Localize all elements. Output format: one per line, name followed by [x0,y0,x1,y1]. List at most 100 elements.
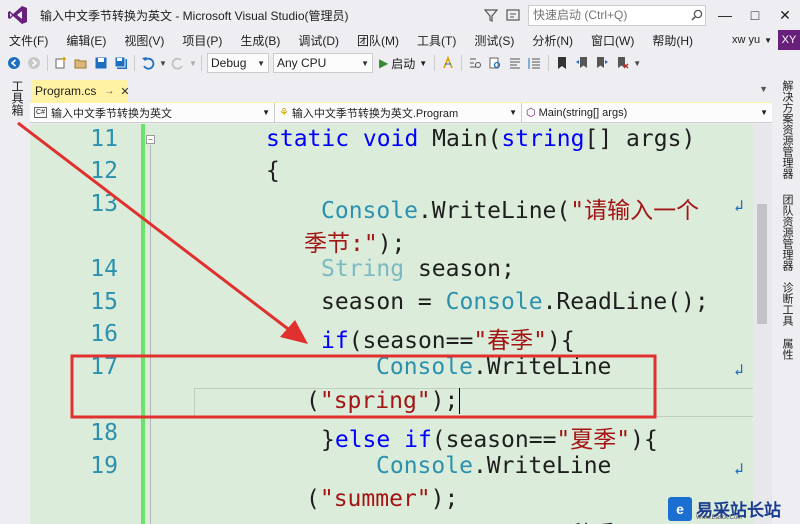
class-icon: ⚘ [279,107,289,119]
collapse-icon[interactable]: − [146,135,155,144]
menu-tools[interactable]: 工具(T) [408,32,465,49]
keyword: if [321,328,349,354]
code-text: season = [321,289,446,315]
uncomment-icon[interactable] [525,53,545,73]
properties-tab[interactable]: 属性 [779,338,795,360]
next-bookmark-icon[interactable] [592,53,612,73]
bookmark-icon[interactable] [552,53,572,73]
forward-icon[interactable] [24,53,44,73]
code-line-partial: }else if(season=="秋季"){ [321,515,658,524]
scrollbar-thumb[interactable] [757,204,767,324]
save-icon[interactable] [91,53,111,73]
toolbox-panel-tab[interactable]: 工具箱 [0,76,30,524]
diagnostic-tools-tab[interactable]: 诊断工具 [779,282,795,326]
chevron-down-icon: ▼ [262,108,270,117]
code-editor[interactable]: − 11 12 13 14 15 16 17 18 19 static void… [30,124,772,524]
menu-test[interactable]: 测试(S) [465,32,523,49]
user-dropdown-icon[interactable]: ▼ [764,36,772,45]
member-select[interactable]: ⬡ Main(string[] args) ▼ [522,103,772,122]
quick-launch-input[interactable] [529,8,688,22]
toolbar-separator [461,55,463,71]
pin-icon[interactable]: → [104,86,114,97]
code-text: ); [377,231,406,257]
menu-view[interactable]: 视图(V) [115,32,173,49]
menu-debug[interactable]: 调试(D) [289,32,348,49]
find-in-files-icon[interactable] [485,53,505,73]
menu-bar: 文件(F) 编辑(E) 视图(V) 项目(P) 生成(B) 调试(D) 团队(M… [0,30,800,50]
method-icon: ⬡ [526,107,536,119]
solution-explorer-tab[interactable]: 解决方案资源管理器 [779,80,795,179]
menu-edit[interactable]: 编辑(E) [57,32,115,49]
line-number: 11 [90,126,118,152]
hot-reload-icon[interactable] [438,53,458,73]
back-icon[interactable] [4,53,24,73]
start-dropdown-icon[interactable]: ▼ [419,59,427,68]
toolbar-overflow-icon[interactable]: ▼ [632,53,642,73]
menu-project[interactable]: 项目(P) [173,32,231,49]
quick-launch-box[interactable] [528,4,706,26]
line-number: 15 [90,289,118,315]
team-explorer-tab[interactable]: 团队资源管理器 [779,194,795,271]
project-select[interactable]: C# 输入中文季节转换为英文 ▼ [30,103,275,122]
string-literal: "summer" [319,486,431,512]
code-text: } [321,427,335,453]
class-select[interactable]: ⚘ 输入中文季节转换为英文.Program ▼ [275,103,522,122]
text-cursor [459,388,461,414]
undo-dropdown-icon[interactable]: ▼ [158,53,168,73]
line-number: 19 [90,453,118,479]
toolbar-separator [548,55,550,71]
search-icon[interactable] [688,9,705,21]
visual-studio-logo-icon [0,0,36,30]
platform-select[interactable]: Any CPU ▼ [273,53,373,73]
code-text: .WriteLine [472,354,612,380]
menu-team[interactable]: 团队(M) [348,32,408,49]
minimize-button[interactable]: — [710,0,740,30]
type-name: Console [321,198,418,224]
code-line: }else if(season=="夏季"){ [321,420,658,454]
string-literal: "请输入一个 [570,198,700,224]
string-literal: "夏季" [556,427,631,453]
toolbox-label[interactable]: 工具箱 [9,80,26,116]
code-line: if(season=="春季"){ [321,321,575,355]
menu-window[interactable]: 窗口(W) [582,32,643,49]
tab-program-cs[interactable]: Program.cs → ✕ [31,80,130,102]
string-literal: "spring" [319,388,431,414]
new-project-icon[interactable] [51,53,71,73]
code-line-wrapped: 季节:"); [304,224,405,258]
configuration-select[interactable]: Debug ▼ [207,53,269,73]
open-file-icon[interactable] [71,53,91,73]
menu-file[interactable]: 文件(F) [0,32,57,49]
save-all-icon[interactable] [111,53,131,73]
clear-bookmarks-icon[interactable] [612,53,632,73]
comment-out-icon[interactable] [505,53,525,73]
user-name[interactable]: xw yu [732,34,760,46]
document-tab-strip: Program.cs → ✕ ▼ [30,80,772,104]
filter-icon[interactable] [480,4,502,26]
code-text: .WriteLine [472,453,612,479]
watermark-logo-icon: e [668,496,692,521]
avatar[interactable]: XY [778,30,800,50]
redo-dropdown-icon[interactable]: ▼ [188,53,198,73]
code-line: season = Console.ReadLine(); [321,289,709,315]
notification-flag-icon[interactable] [502,4,524,26]
close-tab-icon[interactable]: ✕ [120,85,129,98]
code-line: Console.WriteLine [376,453,611,479]
undo-icon[interactable] [138,53,158,73]
type-name: Console [376,453,473,479]
solution-navigate-icon[interactable] [465,53,485,73]
tab-list-dropdown-icon[interactable]: ▼ [759,84,768,94]
code-line-wrapped: ("summer"); [306,486,458,512]
start-debugging-button[interactable]: ▶ 启动 ▼ [379,55,427,72]
code-line: static void Main(string[] args) [266,126,695,152]
menu-help[interactable]: 帮助(H) [643,32,702,49]
close-button[interactable]: ✕ [770,0,800,30]
menu-build[interactable]: 生成(B) [231,32,289,49]
line-number: 14 [90,256,118,282]
maximize-button[interactable]: □ [740,0,770,30]
code-text: (season== [431,427,557,453]
code-text: ( [306,388,320,414]
vertical-scrollbar[interactable] [753,124,772,524]
redo-icon[interactable] [168,53,188,73]
prev-bookmark-icon[interactable] [572,53,592,73]
menu-analyze[interactable]: 分析(N) [523,32,582,49]
